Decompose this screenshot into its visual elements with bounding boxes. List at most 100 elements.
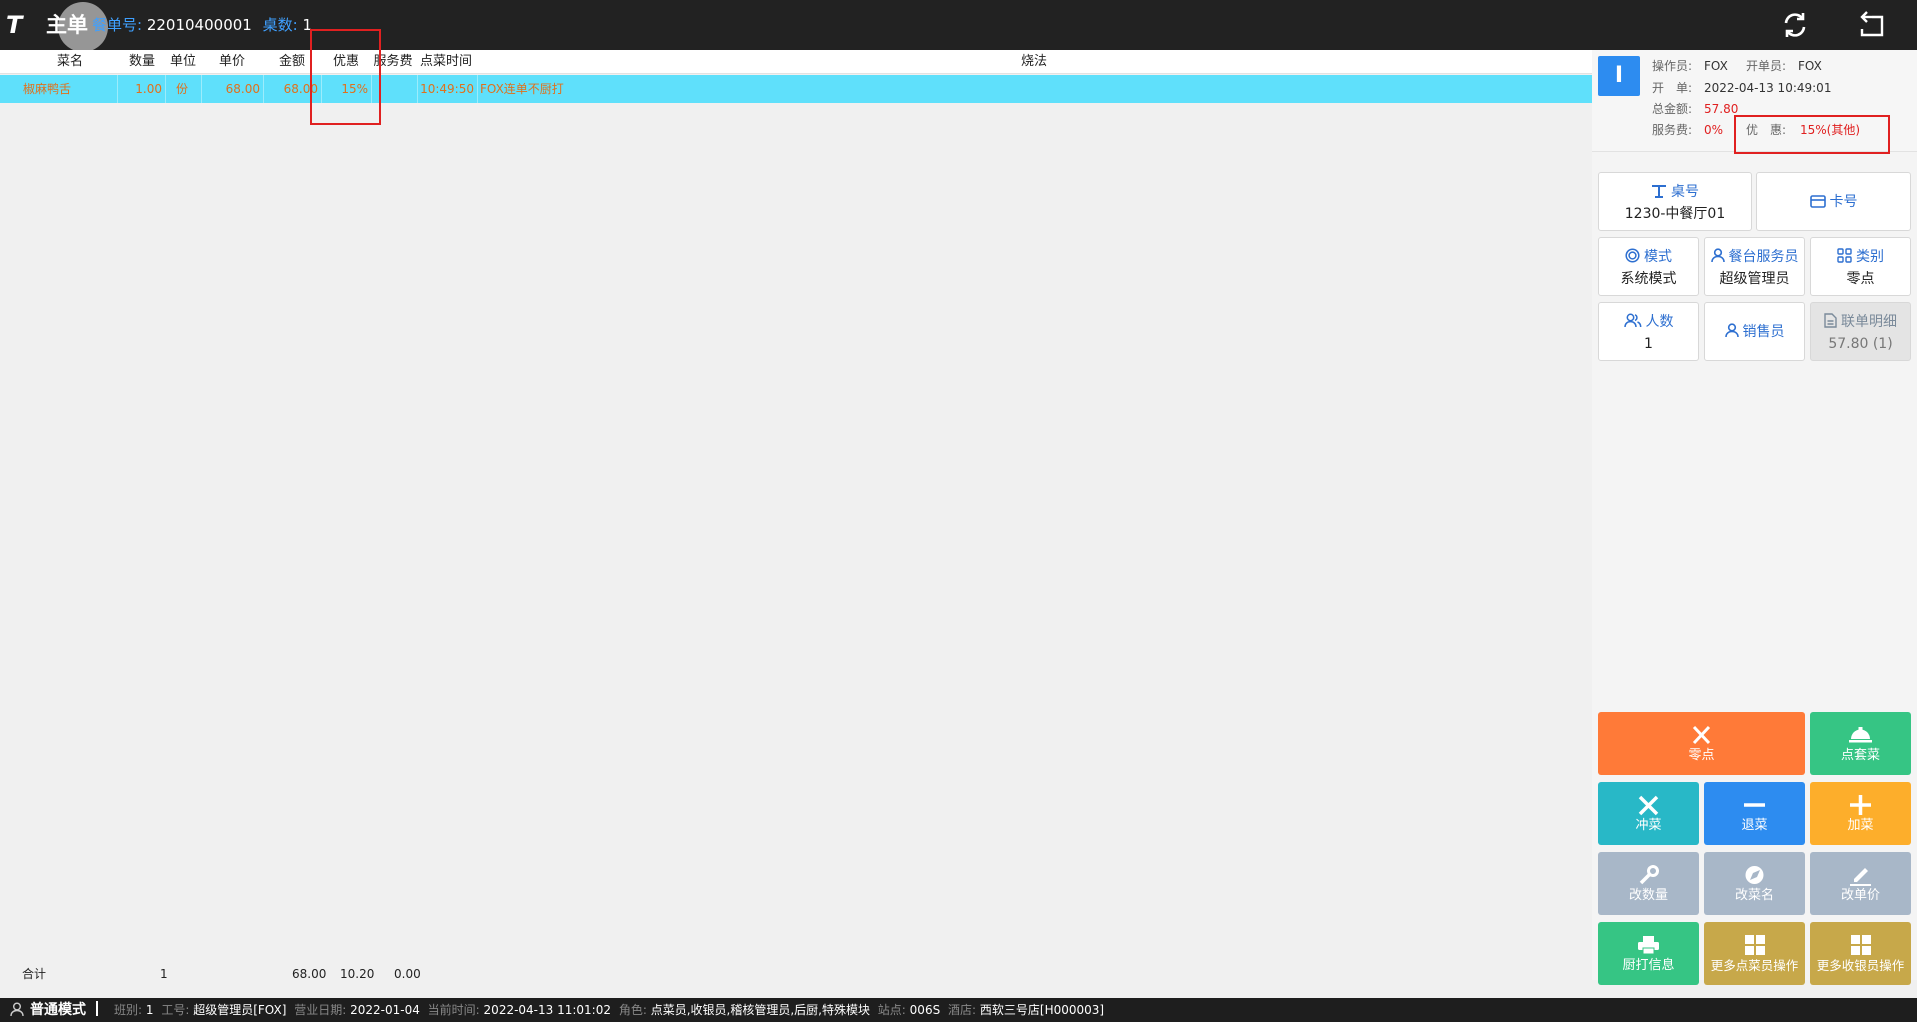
operator-value: FOX <box>1704 59 1728 73</box>
cloche-icon <box>1849 727 1872 743</box>
operator-label: 操作员: <box>1652 59 1693 73</box>
opener-label: 开单员: <box>1746 59 1787 73</box>
hotel-value: 西软三号店[H000003] <box>979 1003 1105 1017</box>
add-dish-button[interactable]: 加菜 <box>1810 782 1911 845</box>
col-dish-name[interactable]: 菜名 <box>20 50 120 74</box>
return-dish-label: 退菜 <box>1741 818 1768 833</box>
worker-value: 超级管理员[FOX] <box>193 1003 287 1017</box>
role-label: 角色: <box>618 1003 647 1017</box>
salesperson-card-title: 销售员 <box>1742 324 1785 340</box>
shift-label: 班别: <box>114 1003 143 1017</box>
person-icon <box>1724 323 1739 338</box>
refresh-icon[interactable] <box>1778 8 1812 42</box>
more-cashier-ops-label: 更多收银员操作 <box>1816 958 1905 973</box>
order-no-label: 餐单号: <box>92 16 143 34</box>
table-icon <box>1652 185 1666 198</box>
linked-card-value: 57.80 (1) <box>1828 336 1893 352</box>
order-no: 22010400001 <box>146 16 252 34</box>
compass-icon <box>1745 866 1764 884</box>
change-price-label: 改单价 <box>1840 888 1880 903</box>
change-qty-button[interactable]: 改数量 <box>1598 852 1699 915</box>
category-card[interactable]: 类别 零点 <box>1810 237 1911 296</box>
station-label: 站点: <box>877 1003 906 1017</box>
ala-carte-button[interactable]: 零点 <box>1598 712 1805 775</box>
back-icon[interactable] <box>1856 8 1890 42</box>
people-card-value: 1 <box>1644 336 1653 352</box>
col-order-time[interactable]: 点菜时间 <box>416 50 476 74</box>
footer-qty: 1 <box>160 967 168 981</box>
status-details: 班别: 1 工号: 超级管理员[FOX] 营业日期: 2022-01-04 当前… <box>114 998 1108 1022</box>
status-bar: 普通模式 班别: 1 工号: 超级管理员[FOX] 营业日期: 2022-01-… <box>0 998 1917 1022</box>
col-unit[interactable]: 单位 <box>164 50 202 74</box>
row-dish-name: 椒麻鸭舌 <box>20 75 118 103</box>
col-method[interactable]: 烧法 <box>476 50 1592 74</box>
more-waiter-ops-button[interactable]: 更多点菜员操作 <box>1704 922 1805 985</box>
divider <box>96 1001 98 1016</box>
set-meal-button[interactable]: 点套菜 <box>1810 712 1911 775</box>
mode-indicator[interactable]: 普通模式 <box>10 998 112 1022</box>
category-icon <box>1837 248 1852 263</box>
change-name-label: 改菜名 <box>1734 888 1774 903</box>
waiter-card[interactable]: 餐台服务员 超级管理员 <box>1704 237 1805 296</box>
member-card-button[interactable]: 卡号 <box>1756 172 1911 231</box>
grid-icon <box>1851 935 1871 955</box>
waiter-card-title: 餐台服务员 <box>1728 249 1799 265</box>
footer-discount: 10.20 <box>340 967 375 981</box>
linked-card-title: 联单明细 <box>1841 314 1897 330</box>
set-meal-label: 点套菜 <box>1840 748 1880 763</box>
change-name-button[interactable]: 改菜名 <box>1704 852 1805 915</box>
table-card-value: 1230-中餐厅01 <box>1624 206 1726 222</box>
pen-icon <box>1850 868 1871 886</box>
service-value: 0% <box>1704 123 1724 137</box>
table-card[interactable]: 桌号 1230-中餐厅01 <box>1598 172 1752 231</box>
change-price-button[interactable]: 改单价 <box>1810 852 1911 915</box>
more-waiter-ops-label: 更多点菜员操作 <box>1710 958 1799 973</box>
printer-icon <box>1638 936 1659 955</box>
mode-card-value: 系统模式 <box>1620 271 1677 287</box>
more-cashier-ops-button[interactable]: 更多收银员操作 <box>1810 922 1911 985</box>
offset-dish-button[interactable]: 冲菜 <box>1598 782 1699 845</box>
footer-total-label: 合计 <box>22 967 47 981</box>
row-method: FOX连单不厨打 <box>480 82 564 96</box>
table-row[interactable]: 椒麻鸭舌 1.00 份 68.00 68.00 15% 10:49:50 FOX… <box>0 75 1592 103</box>
add-dish-label: 加菜 <box>1847 818 1874 833</box>
total-label: 总金额: <box>1652 102 1693 116</box>
user-icon <box>10 1002 24 1017</box>
worker-label: 工号: <box>161 1003 190 1017</box>
col-qty[interactable]: 数量 <box>120 50 164 74</box>
row-unit: 份 <box>166 75 202 103</box>
document-icon <box>1824 313 1837 328</box>
role-value: 点菜员,收银员,稽核管理员,后厨,特殊模块 <box>650 1003 870 1017</box>
row-qty: 1.00 <box>118 75 166 103</box>
pos-order-screen: { "header": { "logo_text": "T", "title":… <box>0 0 1917 1022</box>
member-card-title: 卡号 <box>1829 194 1858 210</box>
people-card[interactable]: 人数 1 <box>1598 302 1699 361</box>
return-dish-button[interactable]: 退菜 <box>1704 782 1805 845</box>
grid-header: 菜名 数量 单位 单价 金额 优惠 服务费 点菜时间 烧法 <box>0 50 1592 74</box>
card-icon <box>1809 195 1826 208</box>
top-bar: T 主单 餐单号: 22010400001 桌数: 1 <box>0 0 1917 52</box>
app-logo: T <box>6 11 23 39</box>
opener-value: FOX <box>1798 59 1822 73</box>
open-time-label: 开 单: <box>1652 81 1693 95</box>
discount-info-highlight <box>1734 115 1890 154</box>
col-price[interactable]: 单价 <box>202 50 262 74</box>
category-card-value: 零点 <box>1846 271 1875 287</box>
station-value: 006S <box>909 1003 941 1017</box>
ala-carte-label: 零点 <box>1688 748 1715 763</box>
offset-dish-label: 冲菜 <box>1635 818 1662 833</box>
avatar: I <box>1598 56 1640 96</box>
salesperson-card[interactable]: 销售员 <box>1704 302 1805 361</box>
cross-icon <box>1638 795 1659 816</box>
linked-detail-card[interactable]: 联单明细 57.80 (1) <box>1810 302 1911 361</box>
minus-icon <box>1744 803 1765 807</box>
mode-card[interactable]: 模式 系统模式 <box>1598 237 1699 296</box>
fork-knife-icon <box>1692 725 1711 745</box>
mode-text: 普通模式 <box>30 1002 86 1018</box>
page-title: 主单 <box>46 13 88 37</box>
kitchen-print-button[interactable]: 厨打信息 <box>1598 922 1699 985</box>
mode-icon <box>1625 248 1640 263</box>
bizdate-value: 2022-01-04 <box>350 1003 420 1017</box>
row-price: 68.00 <box>202 75 264 103</box>
discount-column-highlight <box>310 29 381 125</box>
